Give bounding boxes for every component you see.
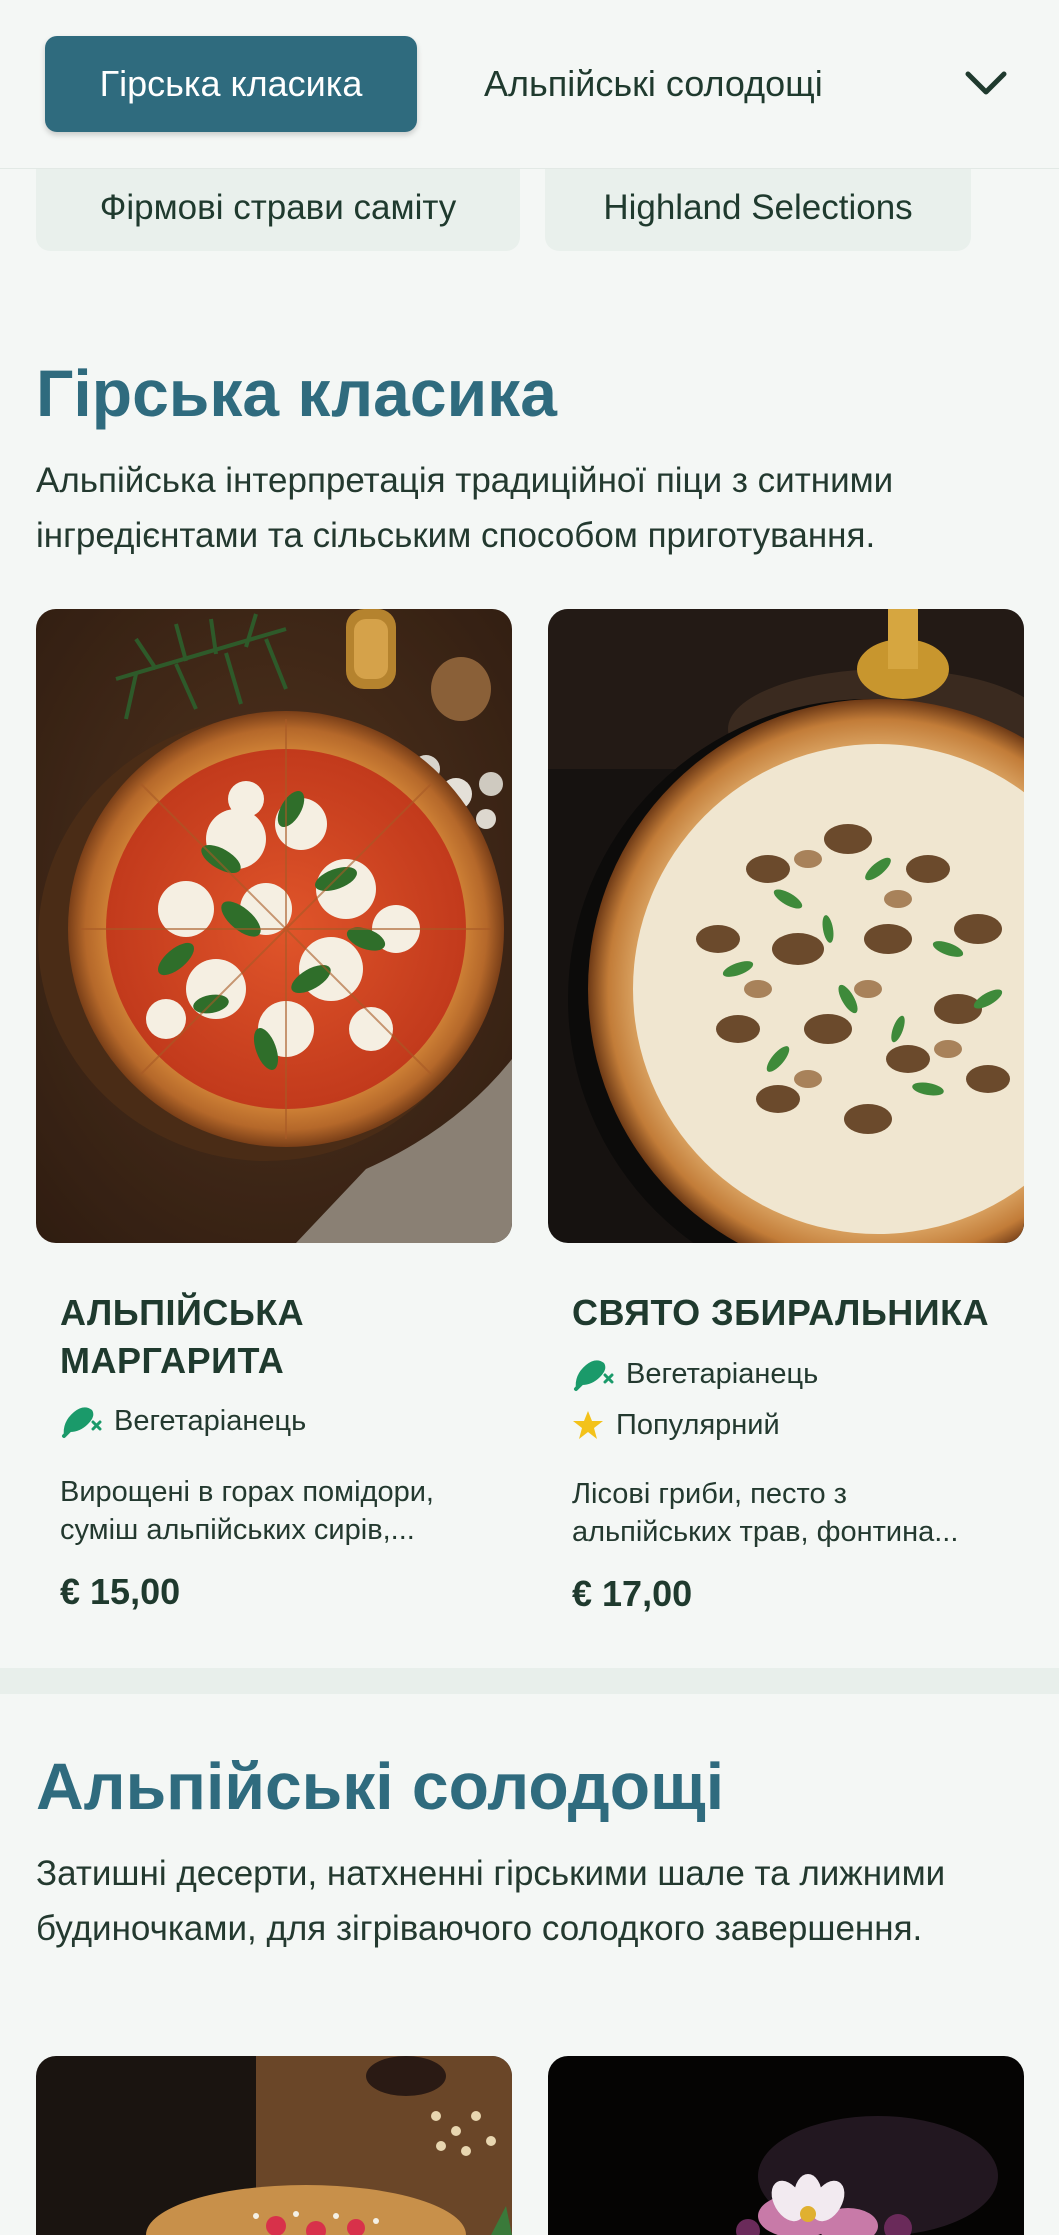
leaf-drumstick-icon xyxy=(574,1360,614,1391)
tag-popular: Популярний xyxy=(572,1403,780,1447)
tag-label: Популярний xyxy=(616,1408,780,1441)
item-price: € 15,00 xyxy=(60,1571,181,1612)
menu-item-card[interactable] xyxy=(36,2056,512,2235)
chevron-down-icon[interactable] xyxy=(960,58,1012,110)
subcategory-tabs: Фірмові страви саміту Highland Selection… xyxy=(0,168,1059,253)
menu-item-card[interactable] xyxy=(548,2056,1024,2235)
tag-label: Вегетаріанець xyxy=(626,1357,819,1390)
category-navbar: Гірська класика Альпійські солодощі xyxy=(0,0,1059,169)
section-title: Гірська класика xyxy=(36,356,557,430)
item-price: € 17,00 xyxy=(572,1573,693,1614)
leaf-drumstick-icon xyxy=(62,1407,102,1438)
item-description: Лісові гриби, песто з альпійських трав, … xyxy=(572,1478,959,1548)
menu-item-card[interactable]: Свято збиральника Вегетаріанець Популярн… xyxy=(548,609,1024,1629)
pizza-mushroom-image xyxy=(548,609,1024,1243)
tab-mountain-classics[interactable]: Гірська класика xyxy=(45,36,417,132)
star-icon xyxy=(573,1411,603,1439)
section-title: Альпійські солодощі xyxy=(36,1749,725,1823)
tag-vegetarian: Вегетаріанець xyxy=(572,1352,818,1396)
tab-alpine-sweets[interactable]: Альпійські солодощі xyxy=(484,36,823,132)
tab-summit-signatures[interactable]: Фірмові страви саміту xyxy=(36,168,520,251)
tag-vegetarian: Вегетаріанець xyxy=(60,1399,306,1443)
pizza-margherita-image xyxy=(36,609,512,1243)
menu-item-card[interactable]: Альпійська маргарита Вегетаріанець Вирощ… xyxy=(36,609,512,1629)
item-description: Вирощені в горах помідори, суміш альпійс… xyxy=(60,1476,434,1546)
dessert-image xyxy=(36,2056,512,2235)
section-description: Альпійська інтерпретація традиційної піц… xyxy=(36,461,894,555)
section-description: Затишні десерти, натхненні гірськими шал… xyxy=(36,1854,946,1948)
item-name: Свято збиральника xyxy=(572,1292,990,1333)
item-name: Альпійська маргарита xyxy=(60,1292,305,1381)
tab-highland-selections[interactable]: Highland Selections xyxy=(545,168,971,251)
section-divider xyxy=(0,1668,1059,1694)
tag-label: Вегетаріанець xyxy=(114,1404,307,1437)
dessert-image xyxy=(548,2056,1024,2235)
